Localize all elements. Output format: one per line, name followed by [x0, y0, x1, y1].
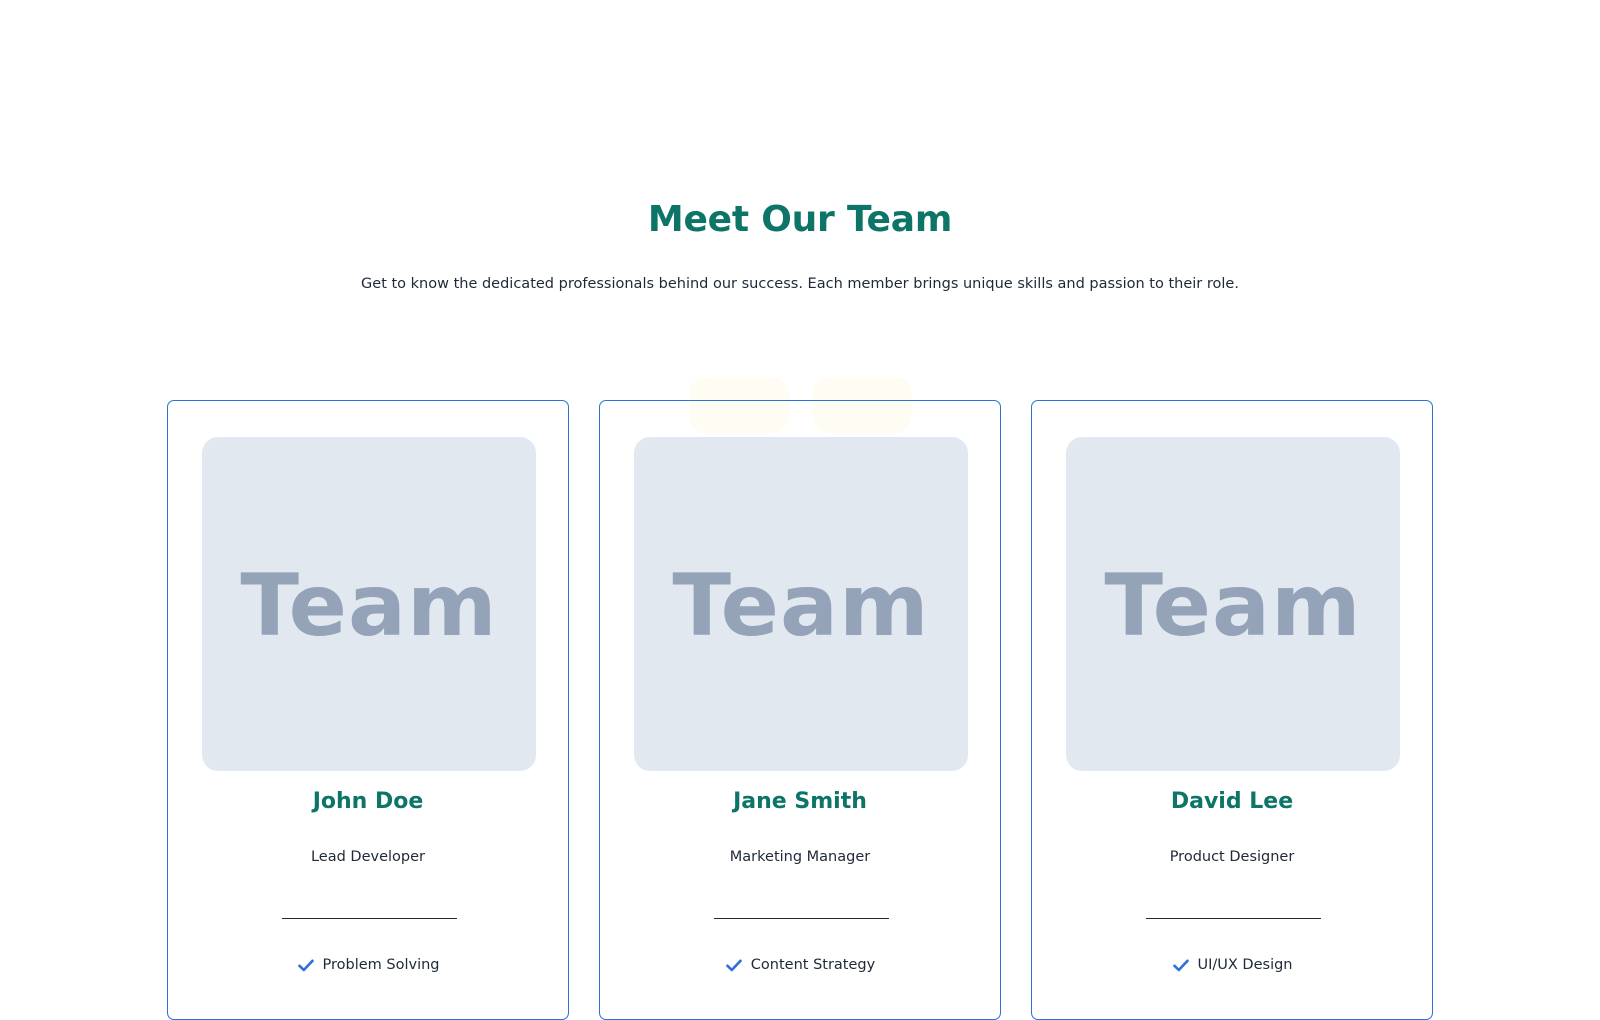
member-name: David Lee: [1170, 789, 1294, 814]
section-title: Meet Our Team: [647, 199, 953, 240]
team-card-jane-smith[interactable]: Team Jane Smith Marketing Manager Conten…: [599, 400, 1001, 1020]
divider: [714, 918, 889, 919]
member-role: Lead Developer: [310, 849, 426, 865]
skill-label: Content Strategy: [750, 957, 876, 973]
photo-placeholder-text: Team: [672, 556, 930, 656]
team-card-david-lee[interactable]: Team David Lee Product Designer UI/UX De…: [1031, 400, 1433, 1020]
team-card-john-doe[interactable]: Team John Doe Lead Developer Problem Sol…: [167, 400, 569, 1020]
check-icon: [725, 956, 743, 974]
divider: [1146, 918, 1321, 919]
skill-label: UI/UX Design: [1197, 957, 1293, 973]
check-icon: [297, 956, 315, 974]
divider: [282, 918, 457, 919]
section-subtitle: Get to know the dedicated professionals …: [361, 276, 1239, 292]
photo-placeholder-text: Team: [240, 556, 498, 656]
member-role: Marketing Manager: [729, 849, 871, 865]
member-name: John Doe: [312, 789, 424, 814]
skill-item: Problem Solving: [168, 954, 568, 976]
photo-placeholder-text: Team: [1104, 556, 1362, 656]
skill-item: Content Strategy: [600, 954, 1000, 976]
check-icon: [1172, 956, 1190, 974]
skill-item: UI/UX Design: [1032, 954, 1432, 976]
skill-label: Problem Solving: [322, 957, 440, 973]
member-role: Product Designer: [1169, 849, 1295, 865]
member-photo: Team: [1066, 437, 1400, 771]
member-photo: Team: [634, 437, 968, 771]
member-name: Jane Smith: [733, 789, 867, 814]
member-photo: Team: [202, 437, 536, 771]
